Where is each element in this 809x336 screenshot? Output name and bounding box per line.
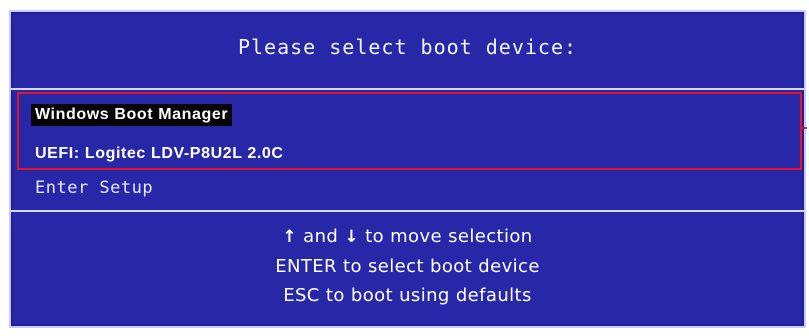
help-line-move: ↑ and ↓ to move selection: [11, 222, 804, 252]
boot-menu-panel: Please select boot device: Windows Boot …: [9, 10, 807, 328]
arrow-down-icon: ↓: [344, 227, 359, 247]
help-and-text: and: [297, 226, 345, 247]
enter-setup-option[interactable]: Enter Setup: [35, 178, 153, 198]
boot-menu-screen: Please select boot device: Windows Boot …: [0, 0, 809, 336]
boot-menu-header: Please select boot device:: [11, 12, 804, 90]
boot-device-uefi-logitec[interactable]: UEFI: Logitec LDV-P8U2L 2.0C: [31, 143, 288, 165]
annotation-pointer-tick: [801, 127, 807, 129]
boot-device-windows-boot-manager[interactable]: Windows Boot Manager: [31, 104, 233, 126]
help-move-text: to move selection: [359, 226, 533, 247]
help-divider: [11, 210, 804, 212]
boot-device-list: Windows Boot Manager UEFI: Logitec LDV-P…: [11, 90, 807, 210]
boot-menu-title: Please select boot device:: [237, 35, 578, 59]
arrow-up-icon: ↑: [282, 227, 298, 247]
help-line-enter: ENTER to select boot device: [275, 256, 540, 277]
help-text: ↑ and ↓ to move selection ENTER to selec…: [11, 222, 804, 310]
help-line-esc: ESC to boot using defaults: [283, 285, 532, 306]
